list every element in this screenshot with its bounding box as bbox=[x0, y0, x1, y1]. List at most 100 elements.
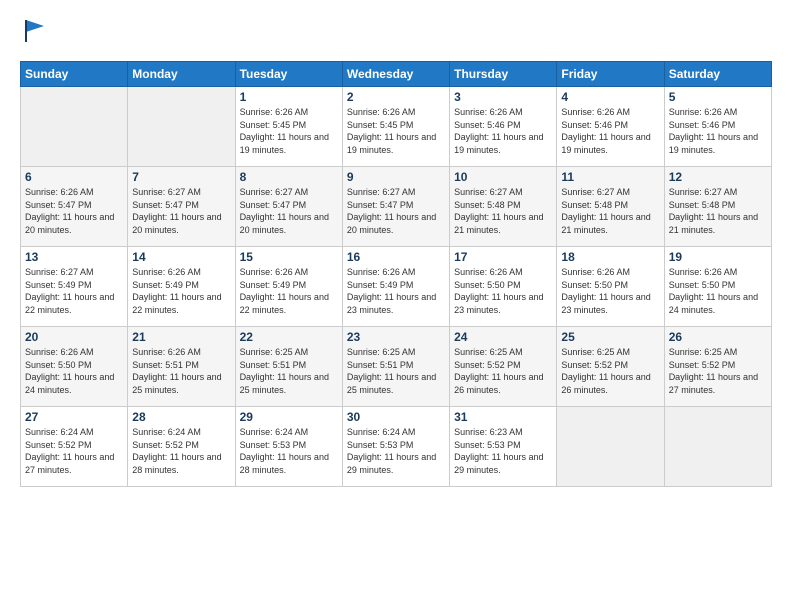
day-info: Sunrise: 6:26 AM Sunset: 5:45 PM Dayligh… bbox=[240, 106, 338, 156]
day-cell: 11 Sunrise: 6:27 AM Sunset: 5:48 PM Dayli… bbox=[557, 167, 664, 247]
day-info: Sunrise: 6:25 AM Sunset: 5:52 PM Dayligh… bbox=[454, 346, 552, 396]
day-number: 25 bbox=[561, 330, 659, 344]
day-info: Sunrise: 6:27 AM Sunset: 5:47 PM Dayligh… bbox=[347, 186, 445, 236]
day-cell bbox=[664, 407, 771, 487]
day-cell bbox=[128, 87, 235, 167]
day-cell: 10 Sunrise: 6:27 AM Sunset: 5:48 PM Dayli… bbox=[450, 167, 557, 247]
day-number: 10 bbox=[454, 170, 552, 184]
day-number: 11 bbox=[561, 170, 659, 184]
day-number: 6 bbox=[25, 170, 123, 184]
day-number: 19 bbox=[669, 250, 767, 264]
day-info: Sunrise: 6:25 AM Sunset: 5:51 PM Dayligh… bbox=[240, 346, 338, 396]
day-info: Sunrise: 6:27 AM Sunset: 5:47 PM Dayligh… bbox=[240, 186, 338, 236]
weekday-saturday: Saturday bbox=[664, 62, 771, 87]
day-cell: 3 Sunrise: 6:26 AM Sunset: 5:46 PM Daylig… bbox=[450, 87, 557, 167]
day-cell: 6 Sunrise: 6:26 AM Sunset: 5:47 PM Daylig… bbox=[21, 167, 128, 247]
day-info: Sunrise: 6:26 AM Sunset: 5:45 PM Dayligh… bbox=[347, 106, 445, 156]
week-row-1: 1 Sunrise: 6:26 AM Sunset: 5:45 PM Daylig… bbox=[21, 87, 772, 167]
day-info: Sunrise: 6:24 AM Sunset: 5:53 PM Dayligh… bbox=[347, 426, 445, 476]
day-cell: 23Sunrise: 6:25 AM Sunset: 5:51 PM Dayli… bbox=[342, 327, 449, 407]
weekday-friday: Friday bbox=[557, 62, 664, 87]
day-cell: 8Sunrise: 6:27 AM Sunset: 5:47 PM Daylig… bbox=[235, 167, 342, 247]
day-info: Sunrise: 6:26 AM Sunset: 5:47 PM Dayligh… bbox=[25, 186, 123, 236]
weekday-thursday: Thursday bbox=[450, 62, 557, 87]
day-info: Sunrise: 6:23 AM Sunset: 5:53 PM Dayligh… bbox=[454, 426, 552, 476]
day-info: Sunrise: 6:26 AM Sunset: 5:46 PM Dayligh… bbox=[669, 106, 767, 156]
day-info: Sunrise: 6:24 AM Sunset: 5:52 PM Dayligh… bbox=[25, 426, 123, 476]
calendar-page: SundayMondayTuesdayWednesdayThursdayFrid… bbox=[0, 0, 792, 612]
day-info: Sunrise: 6:26 AM Sunset: 5:50 PM Dayligh… bbox=[561, 266, 659, 316]
day-cell: 13 Sunrise: 6:27 AM Sunset: 5:49 PM Dayli… bbox=[21, 247, 128, 327]
day-cell: 22 Sunrise: 6:25 AM Sunset: 5:51 PM Dayli… bbox=[235, 327, 342, 407]
day-number: 29 bbox=[240, 410, 338, 424]
weekday-wednesday: Wednesday bbox=[342, 62, 449, 87]
day-info: Sunrise: 6:27 AM Sunset: 5:48 PM Dayligh… bbox=[669, 186, 767, 236]
day-number: 1 bbox=[240, 90, 338, 104]
day-info: Sunrise: 6:26 AM Sunset: 5:46 PM Dayligh… bbox=[561, 106, 659, 156]
day-number: 23 bbox=[347, 330, 445, 344]
day-number: 12 bbox=[669, 170, 767, 184]
day-info: Sunrise: 6:27 AM Sunset: 5:49 PM Dayligh… bbox=[25, 266, 123, 316]
calendar-body: 1 Sunrise: 6:26 AM Sunset: 5:45 PM Daylig… bbox=[21, 87, 772, 487]
day-cell: 24 Sunrise: 6:25 AM Sunset: 5:52 PM Dayli… bbox=[450, 327, 557, 407]
day-number: 17 bbox=[454, 250, 552, 264]
day-number: 26 bbox=[669, 330, 767, 344]
day-info: Sunrise: 6:27 AM Sunset: 5:48 PM Dayligh… bbox=[561, 186, 659, 236]
weekday-header-row: SundayMondayTuesdayWednesdayThursdayFrid… bbox=[21, 62, 772, 87]
day-info: Sunrise: 6:26 AM Sunset: 5:49 PM Dayligh… bbox=[240, 266, 338, 316]
day-number: 3 bbox=[454, 90, 552, 104]
weekday-tuesday: Tuesday bbox=[235, 62, 342, 87]
day-info: Sunrise: 6:26 AM Sunset: 5:49 PM Dayligh… bbox=[347, 266, 445, 316]
day-number: 16 bbox=[347, 250, 445, 264]
day-info: Sunrise: 6:25 AM Sunset: 5:52 PM Dayligh… bbox=[669, 346, 767, 396]
day-cell: 2 Sunrise: 6:26 AM Sunset: 5:45 PM Daylig… bbox=[342, 87, 449, 167]
week-row-2: 6 Sunrise: 6:26 AM Sunset: 5:47 PM Daylig… bbox=[21, 167, 772, 247]
day-cell: 15 Sunrise: 6:26 AM Sunset: 5:49 PM Dayli… bbox=[235, 247, 342, 327]
day-cell: 7Sunrise: 6:27 AM Sunset: 5:47 PM Daylig… bbox=[128, 167, 235, 247]
day-info: Sunrise: 6:27 AM Sunset: 5:48 PM Dayligh… bbox=[454, 186, 552, 236]
weekday-monday: Monday bbox=[128, 62, 235, 87]
day-cell: 28Sunrise: 6:24 AM Sunset: 5:52 PM Dayli… bbox=[128, 407, 235, 487]
day-number: 18 bbox=[561, 250, 659, 264]
weekday-sunday: Sunday bbox=[21, 62, 128, 87]
day-info: Sunrise: 6:26 AM Sunset: 5:46 PM Dayligh… bbox=[454, 106, 552, 156]
day-number: 7 bbox=[132, 170, 230, 184]
day-number: 15 bbox=[240, 250, 338, 264]
day-info: Sunrise: 6:25 AM Sunset: 5:52 PM Dayligh… bbox=[561, 346, 659, 396]
week-row-3: 13 Sunrise: 6:27 AM Sunset: 5:49 PM Dayli… bbox=[21, 247, 772, 327]
day-cell bbox=[557, 407, 664, 487]
day-number: 4 bbox=[561, 90, 659, 104]
day-cell: 1 Sunrise: 6:26 AM Sunset: 5:45 PM Daylig… bbox=[235, 87, 342, 167]
day-info: Sunrise: 6:26 AM Sunset: 5:50 PM Dayligh… bbox=[25, 346, 123, 396]
day-info: Sunrise: 6:26 AM Sunset: 5:51 PM Dayligh… bbox=[132, 346, 230, 396]
day-number: 5 bbox=[669, 90, 767, 104]
week-row-5: 27 Sunrise: 6:24 AM Sunset: 5:52 PM Dayli… bbox=[21, 407, 772, 487]
day-cell: 27 Sunrise: 6:24 AM Sunset: 5:52 PM Dayli… bbox=[21, 407, 128, 487]
day-info: Sunrise: 6:24 AM Sunset: 5:53 PM Dayligh… bbox=[240, 426, 338, 476]
day-cell: 4 Sunrise: 6:26 AM Sunset: 5:46 PM Daylig… bbox=[557, 87, 664, 167]
day-number: 13 bbox=[25, 250, 123, 264]
day-number: 27 bbox=[25, 410, 123, 424]
calendar-header: SundayMondayTuesdayWednesdayThursdayFrid… bbox=[21, 62, 772, 87]
day-number: 2 bbox=[347, 90, 445, 104]
day-number: 22 bbox=[240, 330, 338, 344]
day-cell: 14 Sunrise: 6:26 AM Sunset: 5:49 PM Dayli… bbox=[128, 247, 235, 327]
logo-flag-icon bbox=[22, 16, 50, 44]
day-number: 9 bbox=[347, 170, 445, 184]
day-number: 14 bbox=[132, 250, 230, 264]
day-info: Sunrise: 6:26 AM Sunset: 5:50 PM Dayligh… bbox=[669, 266, 767, 316]
day-cell: 20 Sunrise: 6:26 AM Sunset: 5:50 PM Dayli… bbox=[21, 327, 128, 407]
day-number: 24 bbox=[454, 330, 552, 344]
day-number: 20 bbox=[25, 330, 123, 344]
calendar-table: SundayMondayTuesdayWednesdayThursdayFrid… bbox=[20, 61, 772, 487]
day-cell: 5 Sunrise: 6:26 AM Sunset: 5:46 PM Daylig… bbox=[664, 87, 771, 167]
day-cell: 12 Sunrise: 6:27 AM Sunset: 5:48 PM Dayli… bbox=[664, 167, 771, 247]
day-number: 21 bbox=[132, 330, 230, 344]
day-cell: 29 Sunrise: 6:24 AM Sunset: 5:53 PM Dayli… bbox=[235, 407, 342, 487]
day-number: 28 bbox=[132, 410, 230, 424]
day-number: 30 bbox=[347, 410, 445, 424]
logo bbox=[20, 16, 50, 49]
day-info: Sunrise: 6:26 AM Sunset: 5:49 PM Dayligh… bbox=[132, 266, 230, 316]
day-cell: 17Sunrise: 6:26 AM Sunset: 5:50 PM Dayli… bbox=[450, 247, 557, 327]
header bbox=[20, 16, 772, 49]
